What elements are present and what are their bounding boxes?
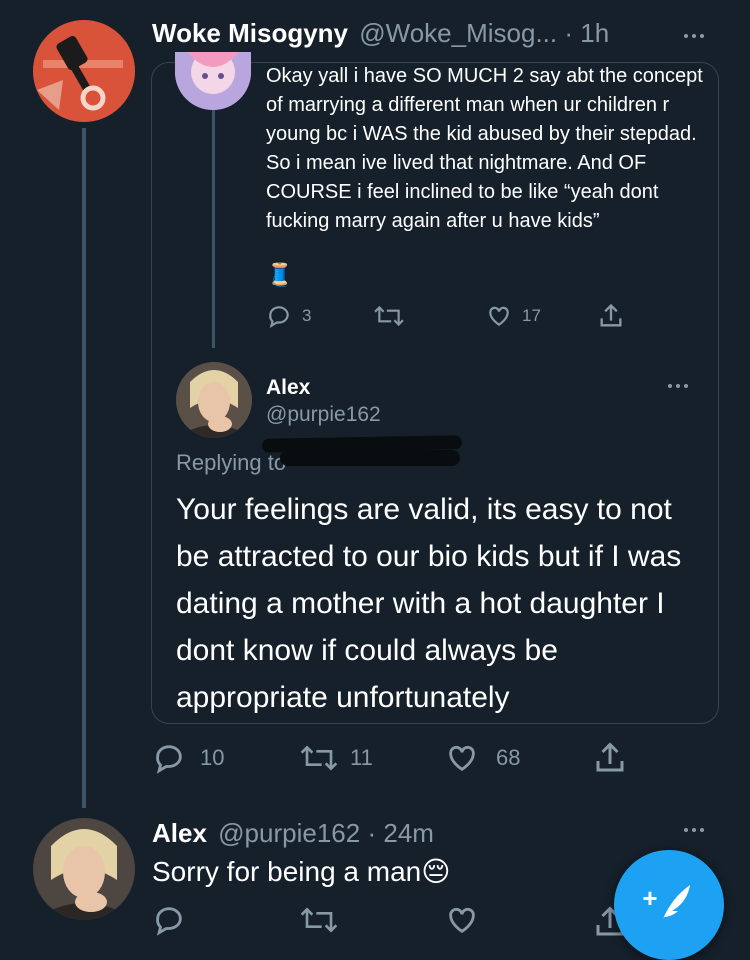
retweet-icon bbox=[300, 742, 338, 774]
share-icon bbox=[592, 740, 628, 776]
share-icon bbox=[597, 302, 625, 330]
like-button[interactable]: 68 bbox=[444, 741, 520, 775]
compose-tweet-button[interactable]: + bbox=[614, 850, 724, 960]
reply-tweet-retweet-button[interactable] bbox=[300, 904, 338, 936]
quoted-more-options-icon[interactable] bbox=[668, 384, 688, 388]
pensive-emoji: 😔 bbox=[421, 856, 451, 887]
avatar-alex-reply[interactable] bbox=[33, 818, 135, 920]
reply-timestamp[interactable]: 24m bbox=[383, 818, 434, 848]
reply-display-name[interactable]: Alex bbox=[152, 818, 207, 848]
more-options-icon[interactable] bbox=[684, 34, 704, 38]
reply-icon bbox=[152, 741, 186, 775]
feather-icon bbox=[656, 881, 696, 930]
retweet-count: 11 bbox=[350, 745, 373, 770]
like-count: 68 bbox=[496, 745, 521, 770]
reply-count: 10 bbox=[200, 745, 225, 770]
retweet-icon bbox=[300, 904, 338, 936]
reply-button[interactable]: 10 bbox=[152, 741, 224, 775]
quoted-tweet-text: Your feelings are valid, its easy to not… bbox=[176, 493, 682, 714]
separator: · bbox=[367, 818, 377, 848]
parent-retweet-button[interactable] bbox=[374, 303, 404, 329]
redaction-mark bbox=[280, 450, 460, 466]
reply-tweet-text: Sorry for being a man bbox=[152, 856, 422, 887]
like-count: 17 bbox=[522, 306, 541, 325]
reply-count: 3 bbox=[302, 306, 312, 325]
display-name[interactable]: Woke Misogyny bbox=[152, 18, 348, 48]
reply-tweet-like-button[interactable] bbox=[444, 903, 480, 937]
parent-reply-button[interactable]: 3 bbox=[266, 303, 311, 329]
top-tweet-header: Woke Misogyny @Woke_Misog... · 1h bbox=[152, 18, 609, 49]
parent-like-button[interactable]: 17 bbox=[486, 303, 541, 329]
heart-icon bbox=[444, 903, 480, 937]
thread-line bbox=[82, 128, 86, 808]
parent-share-button[interactable] bbox=[597, 302, 625, 330]
reply-icon bbox=[266, 303, 292, 329]
quoted-display-name[interactable]: Alex bbox=[266, 376, 310, 400]
parent-tweet-text: Okay yall i have SO MUCH 2 say abt the c… bbox=[266, 65, 703, 232]
reply-tweet-header: Alex @purpie162 · 24m bbox=[152, 818, 434, 849]
separator: · bbox=[564, 18, 574, 48]
timestamp[interactable]: 1h bbox=[580, 18, 609, 48]
reply-more-options-icon[interactable] bbox=[684, 828, 704, 832]
share-button[interactable] bbox=[592, 740, 628, 776]
avatar-alex-quoted[interactable] bbox=[176, 362, 252, 438]
heart-icon bbox=[444, 741, 480, 775]
quoted-handle[interactable]: @purpie162 bbox=[266, 403, 381, 427]
reply-tweet-reply-button[interactable] bbox=[152, 903, 186, 937]
thread-emoji: 🧵 bbox=[266, 262, 294, 287]
reply-handle[interactable]: @purpie162 bbox=[218, 818, 360, 848]
retweet-button[interactable]: 11 bbox=[300, 742, 373, 774]
avatar-woke-misogyny[interactable] bbox=[33, 20, 135, 122]
retweet-icon bbox=[374, 303, 404, 329]
heart-icon bbox=[486, 303, 512, 329]
handle[interactable]: @Woke_Misog... bbox=[359, 18, 557, 48]
reply-tweet-body: Sorry for being a man😔 bbox=[152, 855, 450, 888]
replying-to-label: Replying to bbox=[176, 450, 287, 475]
reply-icon bbox=[152, 903, 186, 937]
